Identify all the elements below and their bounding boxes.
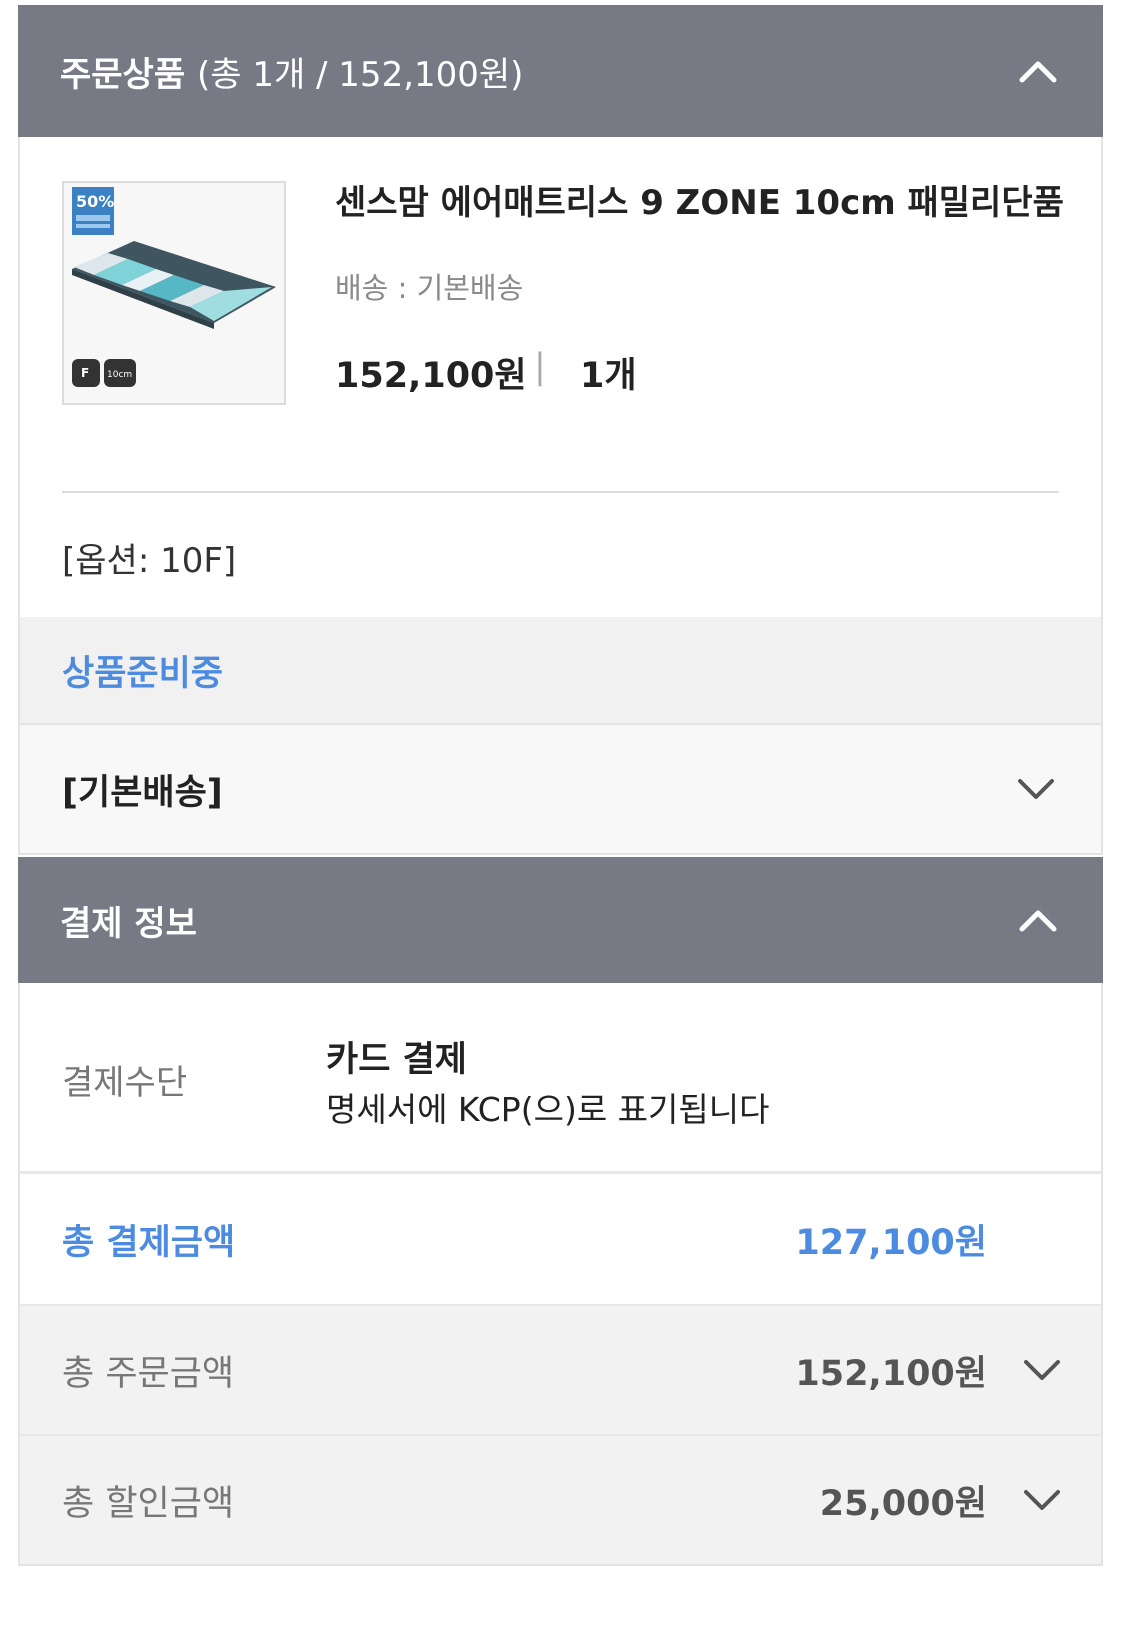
total-payment-value: 127,100원: [795, 1222, 987, 1263]
total-order-row[interactable]: 총 주문금액 152,100원: [20, 1304, 1101, 1434]
total-payment-label: 총 결제금액: [62, 1222, 236, 1263]
delivery-label: [기본배송]: [62, 772, 223, 813]
product-shipping: 배송 : 기본배송: [335, 271, 524, 305]
chevron-down-icon[interactable]: [1019, 1347, 1065, 1393]
total-discount-value: 25,000원: [819, 1483, 987, 1524]
order-products-section: 주문상품 (총 1개 / 152,100원) 50% F 10cm 센스맘 에어…: [18, 5, 1103, 855]
payment-method: 결제수단 카드 결제 명세서에 KCP(으)로 표기됩니다: [20, 983, 1101, 1174]
total-discount-row[interactable]: 총 할인금액 25,000원: [20, 1434, 1101, 1564]
product-item[interactable]: 50% F 10cm 센스맘 에어매트리스 9 ZONE 10cm 패밀리단품 …: [20, 137, 1101, 497]
total-payment-row: 총 결제금액 127,100원: [20, 1174, 1101, 1304]
product-quantity: 1개: [580, 356, 637, 396]
chevron-down-icon[interactable]: [1013, 766, 1059, 812]
payment-method-value: 카드 결제: [326, 1040, 467, 1080]
chevron-up-icon[interactable]: [1015, 48, 1061, 94]
price-qty-separator: |: [534, 347, 546, 387]
chevron-up-icon[interactable]: [1015, 897, 1061, 943]
payment-method-note: 명세서에 KCP(으)로 표기됩니다: [326, 1090, 770, 1129]
order-products-card: 50% F 10cm 센스맘 에어매트리스 9 ZONE 10cm 패밀리단품 …: [18, 137, 1103, 855]
product-thumbnail[interactable]: 50% F 10cm: [62, 181, 286, 405]
order-products-header[interactable]: 주문상품 (총 1개 / 152,100원): [18, 5, 1103, 137]
product-price: 152,100원: [335, 356, 527, 396]
total-order-value: 152,100원: [795, 1353, 987, 1394]
delivery-toggle[interactable]: [기본배송]: [20, 725, 1101, 853]
order-products-title: 주문상품 (총 1개 / 152,100원): [60, 47, 523, 96]
product-option: [옵션: 10F]: [20, 497, 1101, 617]
payment-method-label: 결제수단: [62, 1063, 188, 1103]
payment-info-title: 결제 정보: [60, 903, 197, 944]
total-discount-label: 총 할인금액: [62, 1483, 235, 1524]
thumb-badge: 50%: [76, 192, 114, 211]
order-products-summary: (총 1개 / 152,100원): [196, 54, 524, 95]
order-products-title-text: 주문상품: [60, 54, 186, 95]
product-name[interactable]: 센스맘 에어매트리스 9 ZONE 10cm 패밀리단품: [335, 175, 1064, 224]
payment-info-section: 결제 정보 결제수단 카드 결제 명세서에 KCP(으)로 표기됩니다 총 결제…: [18, 857, 1103, 1566]
chevron-down-icon[interactable]: [1019, 1477, 1065, 1523]
order-status: 상품준비중: [20, 617, 1101, 725]
thumb-tag-f: F: [81, 366, 89, 380]
divider: [62, 491, 1059, 493]
payment-info-header[interactable]: 결제 정보: [18, 857, 1103, 983]
total-order-label: 총 주문금액: [62, 1353, 235, 1394]
payment-info-card: 결제수단 카드 결제 명세서에 KCP(으)로 표기됩니다 총 결제금액 127…: [18, 983, 1103, 1566]
thumb-tag-cm: 10cm: [107, 370, 132, 380]
